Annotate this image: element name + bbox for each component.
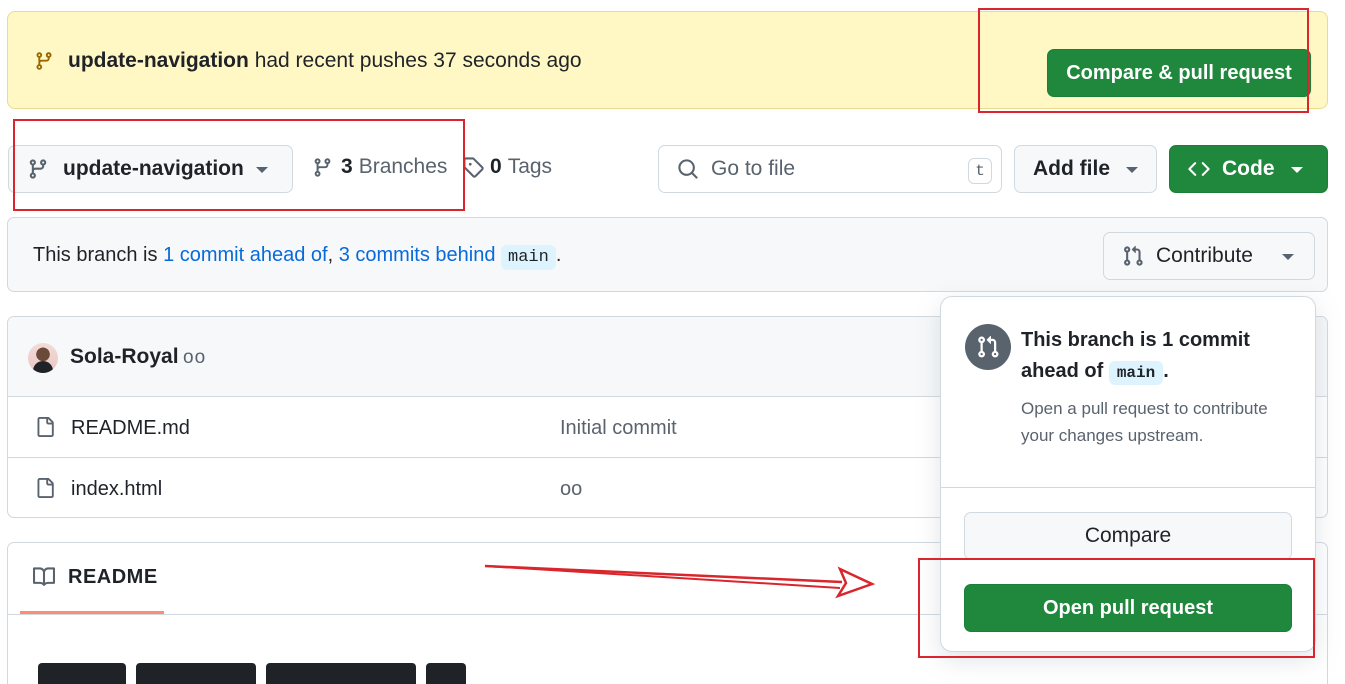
compare-and-pull-request-button[interactable]: Compare & pull request bbox=[1047, 49, 1311, 97]
open-pull-request-button[interactable]: Open pull request bbox=[964, 584, 1292, 632]
file-name-link[interactable]: README.md bbox=[71, 417, 190, 440]
code-icon bbox=[1188, 162, 1210, 176]
status-separator: , bbox=[327, 244, 334, 266]
banner-message: update-navigation had recent pushes 37 s… bbox=[68, 48, 582, 74]
status-suffix: . bbox=[555, 244, 562, 266]
banner-branch-name[interactable]: update-navigation bbox=[68, 49, 249, 72]
current-branch-label: update-navigation bbox=[63, 157, 244, 180]
code-label: Code bbox=[1222, 157, 1275, 180]
git-branch-icon bbox=[29, 159, 47, 179]
tags-label: Tags bbox=[507, 155, 553, 178]
status-prefix: This branch is bbox=[33, 244, 158, 266]
popover-divider bbox=[941, 487, 1315, 488]
file-commit-message[interactable]: Initial commit bbox=[560, 417, 677, 440]
file-icon bbox=[37, 417, 54, 437]
commits-ahead-link[interactable]: 1 commit ahead of bbox=[163, 244, 328, 266]
recent-pushes-banner: update-navigation had recent pushes 37 s… bbox=[7, 11, 1328, 109]
avatar[interactable] bbox=[28, 343, 58, 373]
file-icon bbox=[37, 478, 54, 498]
file-name-link[interactable]: index.html bbox=[71, 478, 162, 501]
tag-icon bbox=[463, 157, 484, 178]
tags-count: 0 bbox=[490, 155, 502, 178]
triangle-down-icon bbox=[1126, 167, 1138, 173]
commits-behind-link[interactable]: 3 commits behind bbox=[339, 244, 496, 266]
git-branch-icon bbox=[314, 157, 331, 177]
popover-description: Open a pull request to contribute your c… bbox=[1021, 399, 1268, 445]
search-icon bbox=[678, 159, 698, 179]
contribute-button[interactable]: Contribute bbox=[1103, 232, 1315, 280]
triangle-down-icon bbox=[1282, 254, 1294, 260]
triangle-down-icon bbox=[1291, 167, 1303, 173]
git-pull-request-icon bbox=[1124, 245, 1143, 266]
branch-comparison-text: This branch is 1 commit ahead of, 3 comm… bbox=[33, 242, 561, 271]
latest-commit-message[interactable]: oo bbox=[183, 347, 206, 369]
readme-heading-partial bbox=[38, 663, 498, 684]
contribute-label: Contribute bbox=[1156, 244, 1253, 267]
triangle-down-icon bbox=[256, 167, 268, 173]
keyboard-shortcut-hint: t bbox=[968, 158, 992, 184]
add-file-label: Add file bbox=[1033, 157, 1110, 180]
branch-selector-button[interactable]: update-navigation bbox=[8, 145, 293, 193]
git-branch-icon bbox=[36, 52, 52, 70]
go-to-file-field[interactable]: t bbox=[658, 145, 1002, 193]
add-file-button[interactable]: Add file bbox=[1014, 145, 1157, 193]
tab-readme[interactable]: README bbox=[20, 543, 164, 614]
base-branch-chip: main bbox=[501, 245, 556, 270]
git-pull-request-icon bbox=[965, 324, 1011, 370]
branches-link[interactable]: 3 Branches bbox=[312, 155, 447, 179]
contribute-popover: This branch is 1 commit ahead of main. O… bbox=[940, 296, 1316, 652]
go-to-file-input[interactable] bbox=[711, 157, 951, 181]
compare-button[interactable]: Compare bbox=[964, 512, 1292, 560]
branches-count: 3 bbox=[341, 155, 353, 178]
tags-link[interactable]: 0 Tags bbox=[462, 155, 552, 179]
file-commit-message[interactable]: oo bbox=[560, 478, 582, 501]
readme-tab-label: README bbox=[68, 565, 158, 588]
commit-author-link[interactable]: Sola-Royal bbox=[70, 345, 179, 369]
popover-title: This branch is 1 commit ahead of main. bbox=[1021, 325, 1291, 389]
popover-title-suffix: . bbox=[1163, 360, 1169, 382]
base-branch-chip: main bbox=[1108, 361, 1164, 385]
branches-label: Branches bbox=[358, 155, 448, 178]
code-button[interactable]: Code bbox=[1169, 145, 1328, 193]
book-icon bbox=[33, 567, 56, 586]
banner-message-text: had recent pushes 37 seconds ago bbox=[254, 49, 582, 72]
